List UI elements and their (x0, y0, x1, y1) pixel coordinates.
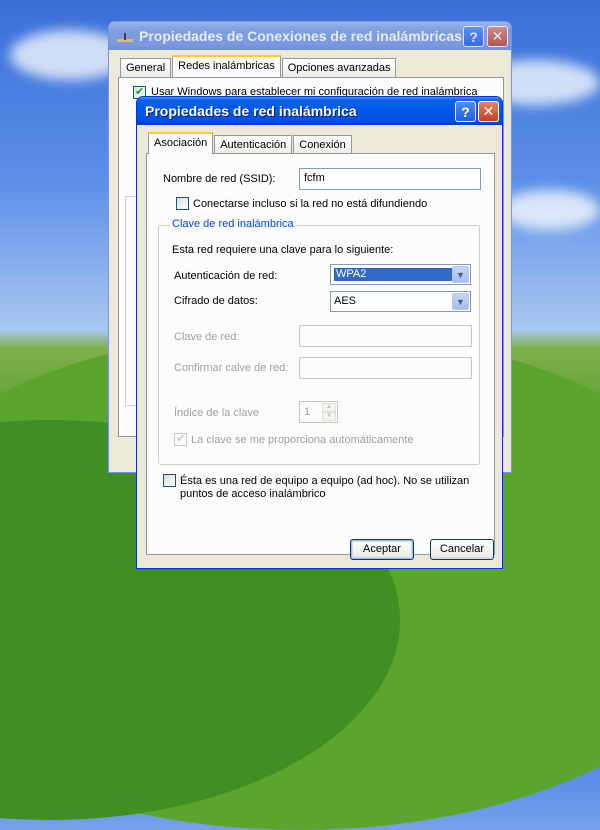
spin-down-icon[interactable]: ▼ (322, 412, 336, 421)
spin-up-icon[interactable]: ▲ (322, 403, 336, 412)
back-close-button[interactable]: ✕ (487, 26, 508, 47)
auth-select-value: WPA2 (334, 268, 452, 281)
network-connection-icon (117, 31, 133, 42)
back-window-titlebar[interactable]: Propiedades de Conexiones de red inalámb… (109, 22, 511, 50)
auto-key-checkbox[interactable]: ✔ (174, 433, 187, 446)
chevron-down-icon[interactable]: ▼ (452, 293, 469, 310)
chevron-down-icon[interactable]: ▼ (452, 266, 469, 283)
tab-authentication[interactable]: Autenticación (214, 135, 293, 154)
key-group-title: Clave de red inalámbrica (170, 218, 296, 230)
cipher-select-value: AES (334, 295, 357, 307)
close-button[interactable]: ✕ (478, 101, 499, 122)
confirm-key-label: Confirmar calve de red: (174, 362, 289, 374)
auth-label: Autenticación de red: (174, 270, 278, 282)
wireless-network-properties-window: Propiedades de red inalámbrica ? ✕ Asoci… (136, 96, 503, 569)
cipher-select[interactable]: AES ▼ (330, 291, 471, 312)
key-index-value: 1 (304, 406, 311, 418)
front-window-title: Propiedades de red inalámbrica (145, 103, 357, 119)
cancel-button[interactable]: Cancelar (430, 539, 494, 560)
broadcast-checkbox[interactable] (176, 197, 189, 210)
ssid-input[interactable]: fcfm (299, 168, 481, 190)
confirm-key-input[interactable] (299, 357, 472, 379)
tab-connection[interactable]: Conexión (293, 135, 352, 154)
cipher-label: Cifrado de datos: (174, 295, 258, 307)
key-intro-text: Esta red requiere una clave para lo sigu… (172, 244, 394, 256)
adhoc-label-line1: Ésta es una red de equipo a equipo (ad h… (180, 475, 470, 487)
adhoc-label-line2: puntos de acceso inalámbrico (180, 488, 326, 500)
auth-select[interactable]: WPA2 ▼ (330, 264, 471, 285)
back-help-button[interactable]: ? (463, 26, 484, 47)
front-window-titlebar[interactable]: Propiedades de red inalámbrica (137, 97, 502, 125)
tab-wireless-networks[interactable]: Redes inalámbricas (172, 55, 281, 77)
key-index-spinner[interactable]: 1 ▲ ▼ (299, 401, 338, 423)
tab-general[interactable]: General (120, 58, 172, 77)
broadcast-checkbox-label: Conectarse incluso si la red no está dif… (193, 198, 428, 210)
ok-button[interactable]: Aceptar (350, 539, 414, 560)
help-button[interactable]: ? (455, 101, 476, 122)
front-window-body: Asociación Autenticación Conexión Nombre… (140, 125, 499, 565)
ssid-label: Nombre de red (SSID): (163, 173, 276, 185)
association-tab-panel: Nombre de red (SSID): fcfm Conectarse in… (146, 153, 495, 555)
network-key-input[interactable] (299, 325, 472, 347)
network-key-label: Clave de red: (174, 331, 240, 343)
tab-advanced-options[interactable]: Opciones avanzadas (281, 58, 397, 77)
tab-association[interactable]: Asociación (148, 132, 214, 154)
adhoc-checkbox[interactable] (163, 474, 176, 487)
key-index-label: Índice de la clave (174, 407, 259, 419)
back-window-title: Propiedades de Conexiones de red inalámb… (139, 28, 462, 44)
auto-key-label: La clave se me proporciona automáticamen… (191, 434, 414, 446)
